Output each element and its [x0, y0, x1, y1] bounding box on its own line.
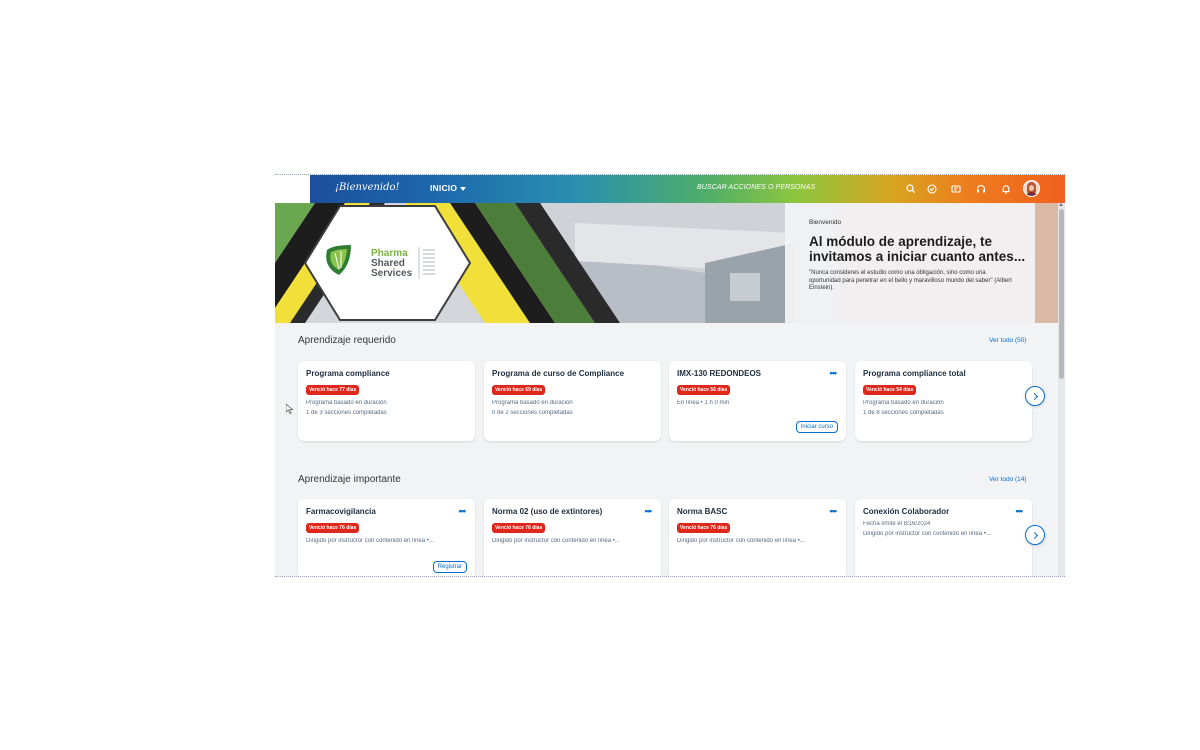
brand-logo[interactable]: ¡Bienvenido! — [335, 182, 400, 193]
more-options-icon[interactable]: ••• — [830, 369, 838, 378]
chevron-down-icon — [460, 186, 467, 191]
card-type: Dirigido por instructor con contenido en… — [306, 538, 434, 544]
card-title[interactable]: Programa compliance — [306, 369, 467, 378]
card-type: En línea • 1 h 0 min — [677, 400, 730, 406]
card-type: Dirigido por instructor con contenido en… — [863, 531, 991, 537]
required-next-arrow-icon[interactable] — [1025, 386, 1045, 406]
welcome-title: Al módulo de aprendizaje, te invitamos a… — [809, 234, 1026, 264]
required-learning-title: Aprendizaje requerido — [298, 335, 396, 346]
scrollbar-thumb[interactable] — [1059, 209, 1064, 379]
card-progress: 0 de 2 secciones completadas — [492, 410, 573, 416]
hero-banner: Pharma Shared Services Bienvenido Al mód… — [275, 203, 1065, 323]
inicio-nav-menu[interactable]: INICIO — [430, 183, 467, 193]
required-card-4[interactable]: Programa compliance total Venció hace 54… — [855, 361, 1032, 441]
card-type: Programa basado en duración — [306, 400, 387, 406]
card-title[interactable]: Farmacovigilancia — [306, 507, 467, 516]
card-title[interactable]: Programa de curso de Compliance — [492, 369, 653, 378]
overdue-badge: Venció hace 76 días — [677, 523, 731, 533]
important-card-4[interactable]: Conexión Colaborador ••• Fecha límite el… — [855, 499, 1032, 576]
top-header-bar: ¡Bienvenido! INICIO BUSCAR ACCIONES O PE… — [275, 175, 1065, 203]
more-options-icon[interactable]: ••• — [830, 507, 838, 516]
search-icon[interactable] — [905, 183, 917, 195]
card-title[interactable]: Programa compliance total — [863, 369, 1024, 378]
mouse-pointer-icon — [286, 404, 294, 414]
inicio-label: INICIO — [430, 183, 458, 193]
important-next-arrow-icon[interactable] — [1025, 525, 1045, 545]
learning-app-window: ¡Bienvenido! INICIO BUSCAR ACCIONES O PE… — [275, 174, 1065, 577]
headset-icon[interactable] — [975, 183, 987, 195]
media-icon[interactable] — [950, 183, 962, 195]
start-course-button[interactable]: Iniciar curso — [795, 421, 838, 433]
more-options-icon[interactable]: ••• — [459, 507, 467, 516]
card-title[interactable]: Norma BASC — [677, 507, 838, 516]
required-card-1[interactable]: Programa compliance Venció hace 77 días … — [298, 361, 475, 441]
important-card-3[interactable]: Norma BASC ••• Venció hace 76 días Dirig… — [669, 499, 846, 576]
card-title[interactable]: Conexión Colaborador — [863, 507, 1024, 516]
card-type: Dirigido por instructor con contenido en… — [492, 538, 620, 544]
logo-text-services: Services — [371, 268, 413, 279]
important-learning-title: Aprendizaje importante — [298, 474, 401, 485]
welcome-panel: Bienvenido Al módulo de aprendizaje, te … — [785, 203, 1035, 323]
important-card-2[interactable]: Norma 02 (uso de extintores) ••• Venció … — [484, 499, 661, 576]
page-scrollbar[interactable] — [1058, 203, 1065, 576]
overdue-badge: Venció hace 76 días — [492, 523, 546, 533]
required-see-all-link[interactable]: Ver todo (50) — [989, 337, 1027, 344]
required-card-2[interactable]: Programa de curso de Compliance Venció h… — [484, 361, 661, 441]
card-progress: 1 de 3 secciones completadas — [306, 410, 387, 416]
register-button[interactable]: Registrar — [432, 561, 467, 573]
card-progress: 1 de 8 secciones completadas — [863, 410, 944, 416]
overdue-badge: Venció hace 76 días — [306, 523, 360, 533]
search-actions-field[interactable]: BUSCAR ACCIONES O PERSONAS — [697, 184, 815, 191]
overdue-badge: Venció hace 77 días — [306, 385, 360, 395]
card-type: Programa basado en duración — [863, 400, 944, 406]
card-title[interactable]: Norma 02 (uso de extintores) — [492, 507, 653, 516]
welcome-label: Bienvenido — [809, 219, 842, 226]
overdue-badge: Venció hace 54 días — [863, 385, 917, 395]
card-title[interactable]: IMX-130 REDONDEOS — [677, 369, 838, 378]
overdue-badge: Venció hace 69 días — [492, 385, 546, 395]
required-card-3[interactable]: IMX-130 REDONDEOS ••• Venció hace 56 día… — [669, 361, 846, 441]
overdue-badge: Venció hace 56 días — [677, 385, 731, 395]
card-deadline: Fecha límite el 8/16/2024 — [863, 521, 931, 527]
avatar-body — [1026, 192, 1037, 196]
card-type: Dirigido por instructor con contenido en… — [677, 538, 805, 544]
check-circle-icon[interactable] — [926, 183, 938, 195]
card-type: Programa basado en duración — [492, 400, 573, 406]
important-see-all-link[interactable]: Ver todo (14) — [989, 476, 1027, 483]
important-card-1[interactable]: Farmacovigilancia ••• Venció hace 76 día… — [298, 499, 475, 576]
more-options-icon[interactable]: ••• — [1016, 507, 1024, 516]
more-options-icon[interactable]: ••• — [645, 507, 653, 516]
bell-icon[interactable] — [1000, 183, 1012, 195]
scroll-up-icon[interactable] — [1059, 203, 1063, 206]
avatar-face — [1029, 185, 1034, 191]
user-avatar[interactable] — [1023, 180, 1040, 197]
welcome-quote: "Nunca consideres el estudio como una ob… — [809, 270, 1012, 291]
